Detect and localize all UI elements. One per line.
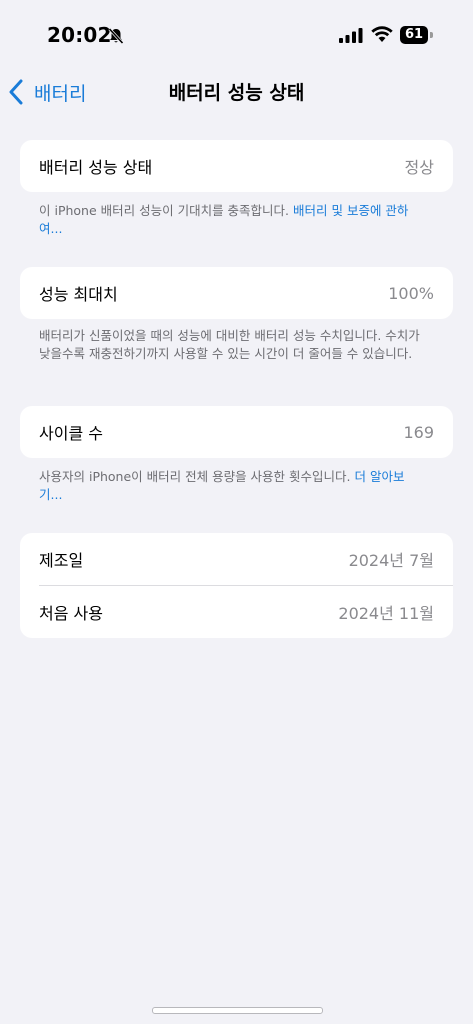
maximum-capacity-footnote-text: 배터리가 신품이었을 때의 성능에 대비한 배터리 성능 수치입니다. 수치가 …	[39, 328, 420, 361]
battery-health-group: 배터리 성능 상태 정상	[20, 140, 453, 192]
cycle-count-value: 169	[403, 422, 434, 442]
battery-icon: 61	[400, 26, 434, 44]
cycle-count-footnote: 사용자의 iPhone이 배터리 전체 용량을 사용한 횟수입니다. 더 알아보…	[39, 468, 424, 504]
dates-group: 제조일 2024년 7월 처음 사용 2024년 11월	[20, 533, 453, 638]
nav-bar: 배터리 배터리 성능 상태	[0, 70, 473, 114]
first-use-value: 2024년 11월	[338, 604, 434, 623]
cellular-signal-icon	[339, 28, 363, 43]
maximum-capacity-value: 100%	[388, 283, 434, 303]
first-use-label: 처음 사용	[39, 604, 103, 623]
manufacture-date-label: 제조일	[39, 551, 84, 570]
manufacture-date-value: 2024년 7월	[348, 551, 434, 570]
cycle-count-row: 사이클 수 169	[20, 406, 453, 458]
battery-health-label: 배터리 성능 상태	[39, 158, 153, 177]
first-use-row: 처음 사용 2024년 11월	[20, 586, 453, 638]
home-indicator[interactable]	[152, 1007, 323, 1014]
battery-health-footnote: 이 iPhone 배터리 성능이 기대치를 충족합니다. 배터리 및 보증에 관…	[39, 202, 424, 238]
cycle-count-label: 사이클 수	[39, 424, 103, 443]
page-title: 배터리 성능 상태	[168, 82, 305, 104]
status-bar: 20:02 61	[0, 0, 473, 70]
battery-health-value: 정상	[404, 158, 434, 177]
cycle-count-footnote-text: 사용자의 iPhone이 배터리 전체 용량을 사용한 횟수입니다.	[39, 469, 355, 484]
maximum-capacity-row: 성능 최대치 100%	[20, 267, 453, 319]
maximum-capacity-label: 성능 최대치	[39, 285, 118, 304]
battery-level: 61	[400, 26, 428, 44]
battery-tip	[430, 32, 433, 38]
cycle-count-group: 사이클 수 169	[20, 406, 453, 458]
maximum-capacity-footnote: 배터리가 신품이었을 때의 성능에 대비한 배터리 성능 수치입니다. 수치가 …	[39, 327, 424, 363]
battery-health-footnote-text: 이 iPhone 배터리 성능이 기대치를 충족합니다.	[39, 203, 294, 218]
wifi-icon	[371, 26, 393, 42]
bell-slash-icon	[108, 27, 124, 45]
status-time: 20:02	[47, 23, 112, 47]
manufacture-date-row: 제조일 2024년 7월	[20, 533, 453, 585]
maximum-capacity-group: 성능 최대치 100%	[20, 267, 453, 319]
battery-health-row: 배터리 성능 상태 정상	[20, 140, 453, 192]
